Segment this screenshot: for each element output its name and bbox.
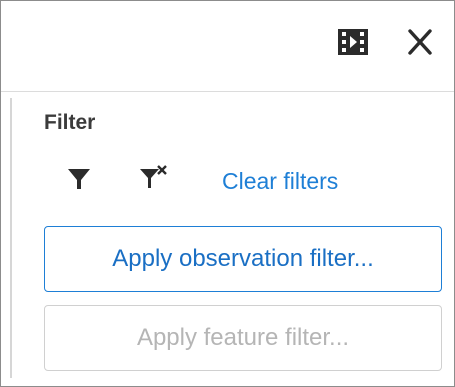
close-icon[interactable] [403,27,437,57]
funnel-icon[interactable] [67,167,91,191]
apply-feature-filter-button: Apply feature filter... [44,305,442,371]
funnel-clear-icon[interactable] [139,165,169,191]
panel-divider [10,98,12,378]
panel-toggle-icon[interactable] [338,29,368,55]
apply-observation-filter-button[interactable]: Apply observation filter... [44,226,442,292]
filter-panel: Filter Clear filters Apply observation f… [0,0,455,387]
panel-header [1,1,454,92]
section-title: Filter [44,111,96,134]
clear-filters-link[interactable]: Clear filters [222,168,338,195]
